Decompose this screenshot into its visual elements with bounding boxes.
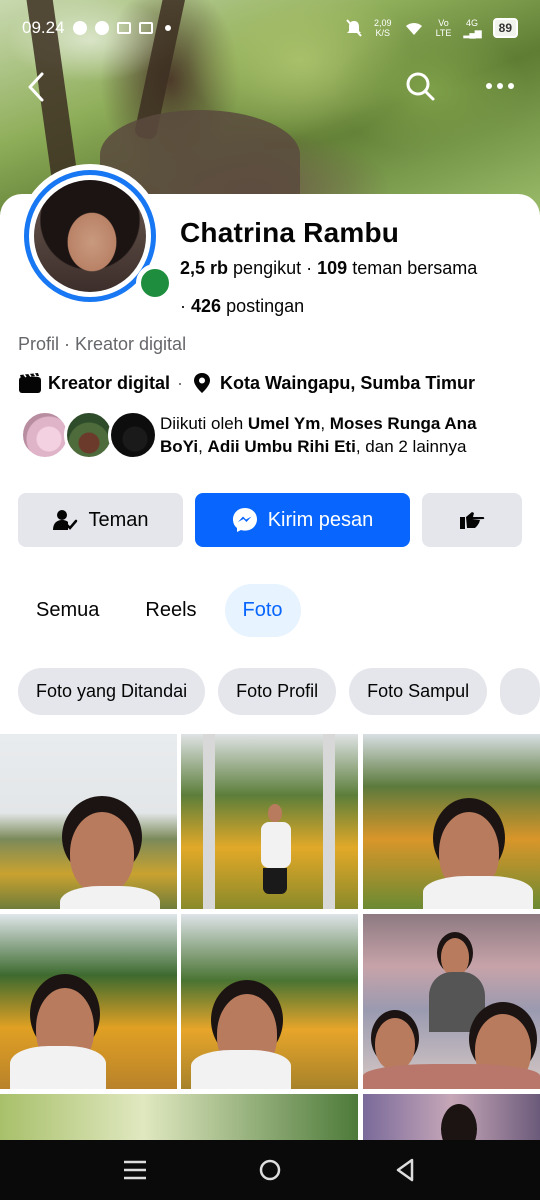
profile-category: Profil · Kreator digital (18, 334, 187, 354)
location-pin-icon (194, 373, 211, 393)
messenger-notification-icon (72, 21, 87, 35)
system-navigation-bar (0, 1140, 540, 1200)
photo-thumbnail[interactable] (363, 914, 540, 1089)
clapperboard-icon (19, 373, 41, 393)
chip-profile-photos[interactable]: Foto Profil (218, 668, 337, 715)
back-arrow-icon[interactable] (22, 70, 52, 104)
app-notification-icon (138, 22, 153, 34)
search-icon[interactable] (402, 68, 438, 104)
friends-button-label: Teman (88, 508, 149, 531)
follower-avatar (64, 410, 114, 460)
photo-grid (0, 734, 540, 1140)
avatar (34, 180, 146, 292)
followers-label[interactable]: pengikut (233, 258, 301, 278)
profile-stats: 2,5 rb pengikut · 109 teman bersama (180, 258, 478, 278)
friends-button[interactable]: Teman (18, 493, 183, 547)
followers-count[interactable]: 2,5 rb (180, 258, 228, 278)
cell-signal-icon: 4G ▂▄▆ (463, 18, 481, 38)
chip-more[interactable] (500, 668, 540, 715)
tab-reels[interactable]: Reels (127, 584, 214, 637)
messenger-icon (232, 508, 257, 532)
posts-label[interactable]: postingan (226, 296, 304, 316)
recent-apps-icon[interactable] (118, 1154, 152, 1186)
more-actions-button[interactable] (422, 493, 522, 547)
mute-bell-icon (346, 19, 362, 37)
posts-count[interactable]: 426 (191, 296, 221, 316)
profile-top-actions (0, 66, 540, 110)
photo-filter-chips: Foto yang Ditandai Foto Profil Foto Samp… (18, 668, 540, 715)
follower-avatar (108, 410, 158, 460)
profile-name: Chatrina Rambu (180, 217, 400, 248)
intro-row: Kreator digital · Kota Waingapu, Sumba T… (18, 372, 475, 394)
photo-thumbnail[interactable] (363, 734, 540, 909)
posts-stats: · 426 postingan (180, 296, 305, 316)
photo-thumbnail[interactable] (0, 1094, 358, 1140)
send-message-label: Kirim pesan (267, 508, 374, 531)
friend-check-icon (53, 510, 78, 530)
online-status-indicator (136, 264, 174, 302)
tab-photos[interactable]: Foto (224, 584, 301, 637)
profile-action-buttons: Teman Kirim pesan (18, 493, 522, 547)
follower-avatar (20, 410, 70, 460)
mutual-friends-label[interactable]: teman bersama (352, 258, 477, 278)
photo-thumbnail[interactable] (181, 734, 358, 909)
more-notifications-dot-icon (164, 25, 171, 31)
volte-indicator: Vo LTE (435, 18, 452, 38)
chip-tagged-photos[interactable]: Foto yang Ditandai (18, 668, 206, 715)
photo-thumbnail[interactable] (0, 734, 177, 909)
more-options-icon[interactable] (480, 74, 520, 98)
wifi-icon (405, 22, 422, 35)
tab-all[interactable]: Semua (18, 584, 117, 637)
hand-point-icon (460, 512, 485, 529)
network-speed: 2,09 K/S (374, 18, 392, 38)
gallery-notification-icon (116, 22, 131, 34)
home-icon[interactable] (253, 1154, 287, 1186)
location-text[interactable]: Kota Waingapu, Sumba Timur (220, 373, 475, 394)
send-message-button[interactable]: Kirim pesan (195, 493, 410, 547)
back-icon[interactable] (388, 1154, 422, 1186)
photo-thumbnail[interactable] (181, 914, 358, 1089)
clock: 09.24 (22, 18, 65, 37)
profile-tabs: Semua Reels Foto (18, 584, 301, 637)
mutual-friends-count[interactable]: 109 (317, 258, 347, 278)
photo-thumbnail[interactable] (363, 1094, 540, 1140)
creator-label: Kreator digital (48, 372, 171, 393)
battery-indicator: 89 (492, 18, 518, 38)
photo-thumbnail[interactable] (0, 914, 177, 1089)
followed-by-text: Diikuti oleh Umel Ym, Moses Runga Ana Bo… (160, 414, 477, 456)
status-bar: 09.24 2,09 K/S Vo LTE 4G ▂▄▆ 89 (0, 0, 540, 56)
profile-picture[interactable] (18, 164, 174, 308)
followed-by-section[interactable]: Diikuti oleh Umel Ym, Moses Runga Ana Bo… (20, 410, 520, 462)
sync-notification-icon (94, 21, 109, 35)
chip-cover-photos[interactable]: Foto Sampul (349, 668, 488, 715)
